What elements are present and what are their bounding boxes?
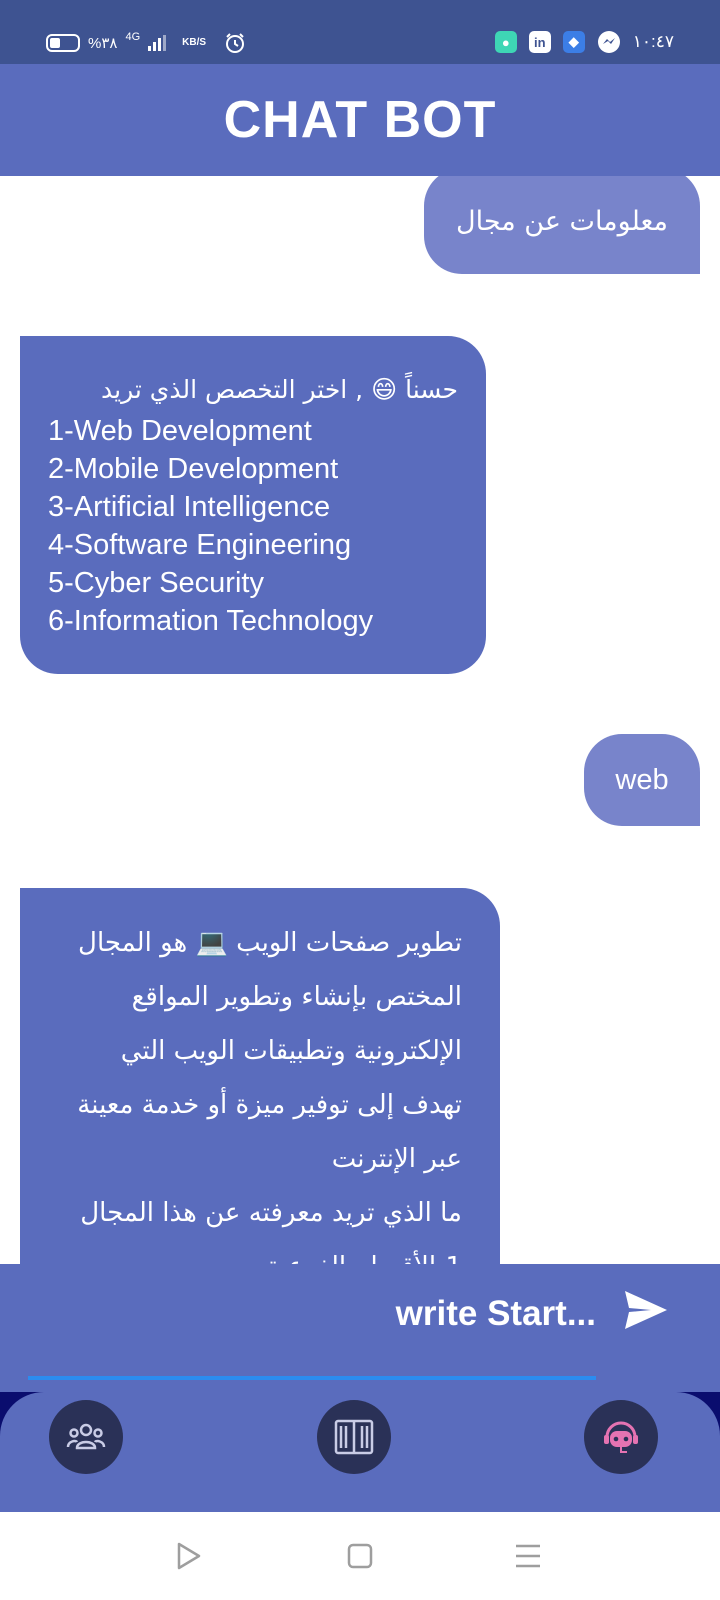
back-triangle-icon xyxy=(177,1542,201,1570)
message-input-bar xyxy=(0,1264,720,1392)
book-icon xyxy=(334,1419,374,1455)
send-button[interactable] xyxy=(618,1282,674,1338)
back-button[interactable] xyxy=(168,1536,208,1576)
option-item: 2-Mobile Development xyxy=(48,453,339,485)
message-line: ما الذي تريد معرفته عن هذا المجال xyxy=(80,1198,462,1228)
network-type: 4G xyxy=(125,31,141,43)
nav-library-button[interactable] xyxy=(317,1400,391,1474)
menu-lines-icon xyxy=(516,1544,540,1568)
message-text: معلومات عن مجال xyxy=(455,205,669,237)
page-title: CHAT BOT xyxy=(223,91,497,149)
chat-area[interactable]: معلومات عن مجال حسناً 😄 , اختر التخصص ال… xyxy=(0,176,720,1264)
bottom-nav-panel xyxy=(0,1392,720,1512)
message-line: الإلكترونية وتطبيقات الويب التي xyxy=(120,1036,462,1066)
whatsapp-business-icon: ● xyxy=(494,31,517,53)
alarm-icon xyxy=(226,33,245,53)
home-square-icon xyxy=(347,1543,373,1569)
status-bar: %٣٨ 4G KB/S ● in ◆ ١٠:٤٧ xyxy=(0,0,720,64)
data-speed-unit: KB/S xyxy=(182,37,207,48)
message-line: تهدف إلى توفير ميزة أو خدمة معينة xyxy=(77,1090,462,1120)
people-icon xyxy=(66,1423,106,1450)
status-right: ● in ◆ ١٠:٤٧ xyxy=(494,30,674,54)
app-header: CHAT BOT xyxy=(0,64,720,176)
menu-button[interactable] xyxy=(508,1536,548,1576)
battery-icon xyxy=(46,34,80,52)
battery-level xyxy=(50,38,60,48)
message-line: 1-الأقسام الفرعية xyxy=(48,1240,462,1264)
option-item: 3-Artificial Intelligence xyxy=(48,491,331,523)
message-input[interactable] xyxy=(28,1286,596,1342)
option-item: 4-Software Engineering xyxy=(48,529,352,561)
clock: ١٠:٤٧ xyxy=(632,32,674,51)
bot-message: حسناً 😄 , اختر التخصص الذي تريد 1-Web De… xyxy=(20,336,486,674)
option-item: 6-Information Technology xyxy=(48,605,374,637)
linkedin-icon: in xyxy=(528,31,551,53)
bot-message: تطوير صفحات الويب 💻 هو المجال المختص بإن… xyxy=(20,888,500,1264)
user-message: معلومات عن مجال xyxy=(424,176,700,274)
user-message: web xyxy=(584,734,700,826)
home-button[interactable] xyxy=(340,1536,380,1576)
vpn-shield-icon: ◆ xyxy=(562,31,585,53)
send-icon xyxy=(625,1291,667,1329)
battery-percent: %٣٨ xyxy=(88,35,118,52)
message-line: عبر الإنترنت xyxy=(331,1144,462,1174)
nav-support-button[interactable] xyxy=(584,1400,658,1474)
messenger-icon xyxy=(597,31,620,53)
status-left: %٣٨ 4G KB/S xyxy=(46,31,246,54)
option-item: 5-Cyber Security xyxy=(48,567,264,599)
message-intro: حسناً 😄 , اختر التخصص الذي تريد xyxy=(101,375,458,404)
signal-icon xyxy=(148,35,167,51)
message-text: web xyxy=(615,763,669,796)
input-underline xyxy=(28,1376,596,1380)
system-nav-bar xyxy=(0,1512,720,1600)
nav-community-button[interactable] xyxy=(49,1400,123,1474)
headset-robot-icon xyxy=(604,1421,638,1453)
bottom-nav xyxy=(0,1392,720,1512)
message-line: المختص بإنشاء وتطوير المواقع xyxy=(131,982,462,1012)
option-item: 1-Web Development xyxy=(48,415,312,447)
message-line: تطوير صفحات الويب 💻 هو المجال xyxy=(78,928,462,958)
